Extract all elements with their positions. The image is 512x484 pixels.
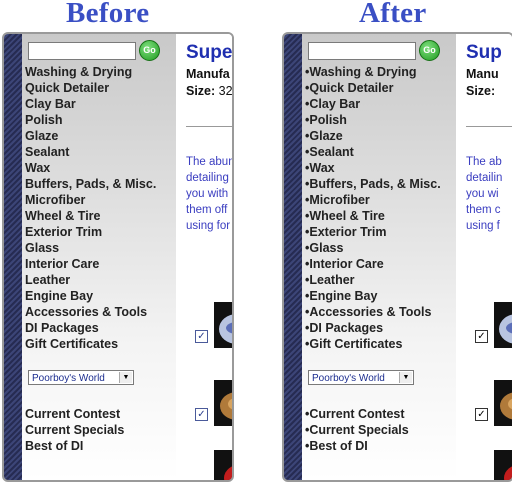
- menu-item[interactable]: DI Packages: [25, 320, 156, 336]
- size-line: Size:: [466, 84, 495, 98]
- product-content: Supe Manufa Size: 32 The abun detailing …: [176, 34, 234, 480]
- product-thumbnail[interactable]: [494, 380, 512, 426]
- menu-item[interactable]: •Glass: [305, 240, 441, 256]
- product-thumbnail[interactable]: [214, 450, 232, 480]
- menu-item[interactable]: Gift Certificates: [25, 336, 156, 352]
- manufacturer-label: Manufa: [186, 67, 230, 81]
- description-line: using f: [466, 220, 500, 232]
- menu-item[interactable]: Wax: [25, 160, 156, 176]
- menu-item[interactable]: Quick Detailer: [25, 80, 156, 96]
- brand-select-value: Poorboy's World: [32, 373, 105, 384]
- menu-item[interactable]: Best of DI: [25, 438, 124, 454]
- description-line: using for: [186, 220, 231, 232]
- size-label: Size:: [186, 84, 216, 98]
- chevron-down-icon[interactable]: ▼: [399, 372, 412, 383]
- product-thumbnail[interactable]: [494, 302, 512, 348]
- menu-item[interactable]: •Interior Care: [305, 256, 441, 272]
- menu-item[interactable]: Clay Bar: [25, 96, 156, 112]
- divider: [466, 126, 512, 127]
- menu-item[interactable]: •Clay Bar: [305, 96, 441, 112]
- description-line: The ab: [466, 156, 502, 168]
- select-checkbox[interactable]: ✓: [475, 330, 488, 343]
- description-line: you wi: [466, 188, 499, 200]
- menu-item[interactable]: •Current Specials: [305, 422, 409, 438]
- size-label: Size:: [466, 84, 496, 98]
- product-description: The abun detailing you with them off usi…: [186, 154, 234, 234]
- size-value: 32: [218, 84, 233, 98]
- menu-item[interactable]: Engine Bay: [25, 288, 156, 304]
- menu-item[interactable]: •Wheel & Tire: [305, 208, 441, 224]
- description-line: The abun: [186, 156, 234, 168]
- menu-item[interactable]: Exterior Trim: [25, 224, 156, 240]
- menu-item[interactable]: Leather: [25, 272, 156, 288]
- description-line: detailin: [466, 172, 503, 184]
- select-checkbox[interactable]: ✓: [195, 330, 208, 343]
- menu-item[interactable]: Polish: [25, 112, 156, 128]
- product-title[interactable]: Supe: [186, 42, 232, 64]
- menu-item[interactable]: •Leather: [305, 272, 441, 288]
- menu-item[interactable]: •Quick Detailer: [305, 80, 441, 96]
- menu-item[interactable]: •Exterior Trim: [305, 224, 441, 240]
- product-title[interactable]: Sup: [466, 42, 502, 64]
- menu-item[interactable]: Washing & Drying: [25, 64, 156, 80]
- after-panel: Go •Washing & Drying •Quick Detailer •Cl…: [282, 32, 512, 482]
- product-content: Sup Manu Size: The ab detailin you wi th…: [456, 34, 512, 480]
- product-thumbnail[interactable]: [214, 302, 232, 348]
- decorative-stripe: [284, 34, 302, 480]
- menu-item[interactable]: Microfiber: [25, 192, 156, 208]
- menu-item[interactable]: Glaze: [25, 128, 156, 144]
- description-line: them c: [466, 204, 501, 216]
- brand-select-value: Poorboy's World: [312, 373, 385, 384]
- menu-item[interactable]: Wheel & Tire: [25, 208, 156, 224]
- menu-item[interactable]: •Buffers, Pads, & Misc.: [305, 176, 441, 192]
- menu-item[interactable]: Current Specials: [25, 422, 124, 438]
- go-button[interactable]: Go: [419, 40, 440, 61]
- search-input[interactable]: [28, 42, 136, 60]
- menu-item[interactable]: Current Contest: [25, 406, 124, 422]
- menu-item[interactable]: •Current Contest: [305, 406, 409, 422]
- menu-item[interactable]: •Engine Bay: [305, 288, 441, 304]
- category-menu: Washing & Drying Quick Detailer Clay Bar…: [25, 64, 156, 352]
- sidebar: Go Washing & Drying Quick Detailer Clay …: [22, 34, 176, 480]
- extras-menu: •Current Contest •Current Specials •Best…: [305, 406, 409, 454]
- description-line: detailing: [186, 172, 229, 184]
- menu-item[interactable]: •Washing & Drying: [305, 64, 441, 80]
- before-panel: Go Washing & Drying Quick Detailer Clay …: [2, 32, 234, 482]
- product-description: The ab detailin you wi them c using f: [466, 154, 502, 234]
- size-line: Size: 32: [186, 84, 233, 98]
- brand-select[interactable]: Poorboy's World ▼: [28, 370, 134, 385]
- menu-item[interactable]: •Microfiber: [305, 192, 441, 208]
- chevron-down-icon[interactable]: ▼: [119, 372, 132, 383]
- before-heading: Before: [66, 0, 150, 29]
- brand-select[interactable]: Poorboy's World ▼: [308, 370, 414, 385]
- manufacturer-label: Manu: [466, 67, 499, 81]
- divider: [186, 126, 232, 127]
- select-checkbox[interactable]: ✓: [195, 408, 208, 421]
- menu-item[interactable]: •Accessories & Tools: [305, 304, 441, 320]
- decorative-stripe: [4, 34, 22, 480]
- menu-item[interactable]: Glass: [25, 240, 156, 256]
- description-line: you with: [186, 188, 229, 200]
- menu-item[interactable]: •Best of DI: [305, 438, 409, 454]
- select-checkbox[interactable]: ✓: [475, 408, 488, 421]
- product-thumbnail[interactable]: [214, 380, 232, 426]
- product-thumbnail[interactable]: [494, 450, 512, 480]
- menu-item[interactable]: •Sealant: [305, 144, 441, 160]
- menu-item[interactable]: •Gift Certificates: [305, 336, 441, 352]
- category-menu: •Washing & Drying •Quick Detailer •Clay …: [305, 64, 441, 352]
- go-button[interactable]: Go: [139, 40, 160, 61]
- menu-item[interactable]: Sealant: [25, 144, 156, 160]
- menu-item[interactable]: •DI Packages: [305, 320, 441, 336]
- search-input[interactable]: [308, 42, 416, 60]
- menu-item[interactable]: Interior Care: [25, 256, 156, 272]
- menu-item[interactable]: Buffers, Pads, & Misc.: [25, 176, 156, 192]
- description-line: them off: [186, 204, 228, 216]
- menu-item[interactable]: Accessories & Tools: [25, 304, 156, 320]
- menu-item[interactable]: •Glaze: [305, 128, 441, 144]
- menu-item[interactable]: •Polish: [305, 112, 441, 128]
- after-heading: After: [359, 0, 427, 29]
- extras-menu: Current Contest Current Specials Best of…: [25, 406, 124, 454]
- menu-item[interactable]: •Wax: [305, 160, 441, 176]
- sidebar: Go •Washing & Drying •Quick Detailer •Cl…: [302, 34, 456, 480]
